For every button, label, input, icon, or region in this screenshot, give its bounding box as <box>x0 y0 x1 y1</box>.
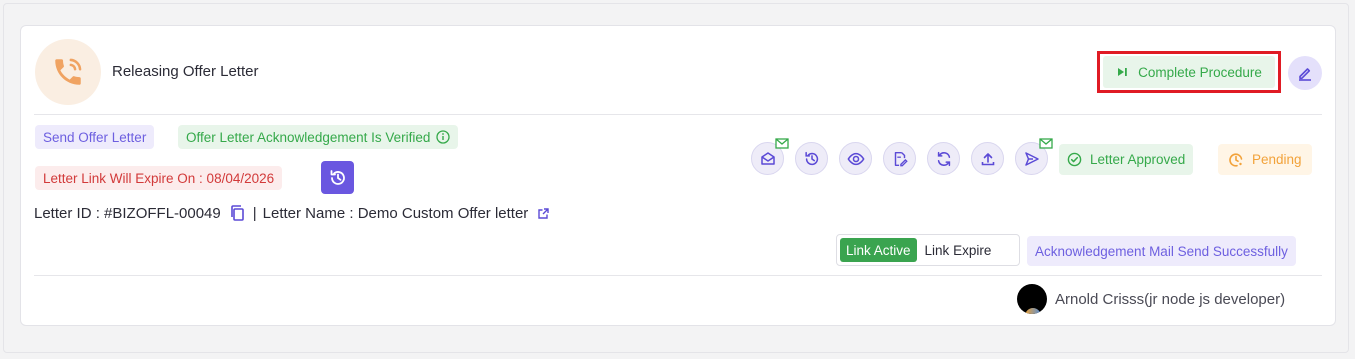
check-circle-icon <box>1067 152 1082 167</box>
avatar <box>1017 284 1047 314</box>
user-name: Arnold Crisss(jr node js developer) <box>1055 290 1286 308</box>
history-icon <box>804 151 818 165</box>
send-offer-tag: Send Offer Letter <box>35 125 155 149</box>
expire-label: Letter Link Will Expire On : 08/04/2026 <box>43 170 275 186</box>
mail-badge-icon <box>775 137 789 149</box>
clock-pending-icon <box>1229 152 1243 167</box>
send-mail-button[interactable] <box>751 137 789 175</box>
open-external-icon[interactable] <box>537 207 550 220</box>
skip-forward-icon <box>1118 68 1127 76</box>
refresh-icon <box>937 151 950 166</box>
send-offer-label: Send Offer Letter <box>43 129 147 145</box>
link-history-button[interactable] <box>321 161 354 194</box>
complete-procedure-highlight: Complete Procedure <box>1097 51 1281 93</box>
ack-verified-label: Offer Letter Acknowledgement Is Verified <box>186 129 431 145</box>
assigned-user: Arnold Crisss(jr node js developer) <box>1017 284 1285 314</box>
letter-approved-label: Letter Approved <box>1090 152 1186 167</box>
eye-icon <box>846 152 865 165</box>
letter-approved-badge: Letter Approved <box>1059 144 1194 175</box>
edit-document-button[interactable] <box>883 142 916 175</box>
ack-mail-tag: Acknowledgement Mail Send Successfully <box>1027 236 1296 266</box>
link-active-option[interactable]: Link Active <box>840 238 917 262</box>
ack-mail-label: Acknowledgement Mail Send Successfully <box>1035 243 1288 259</box>
refresh-button[interactable] <box>927 142 960 175</box>
header-divider <box>34 114 1322 115</box>
link-status-toggle: Link Active Link Expire <box>836 234 1020 266</box>
history-button[interactable] <box>795 142 828 175</box>
letter-id: Letter ID : #BIZOFFL-00049 <box>34 204 221 222</box>
info-icon[interactable] <box>436 130 451 144</box>
send-icon <box>1024 151 1039 166</box>
history-icon <box>330 169 345 185</box>
upload-button[interactable] <box>971 142 1004 175</box>
view-button[interactable] <box>839 142 872 175</box>
offer-letter-card: Releasing Offer Letter Complete Procedur… <box>20 25 1336 326</box>
pending-label: Pending <box>1252 152 1302 167</box>
phone-ringing-icon <box>55 58 82 85</box>
letter-separator: | <box>252 204 257 222</box>
mail-open-icon <box>760 151 775 165</box>
upload-icon <box>981 152 994 165</box>
footer-divider <box>34 275 1322 276</box>
complete-procedure-label: Complete Procedure <box>1138 64 1262 80</box>
expire-tag: Letter Link Will Expire On : 08/04/2026 <box>35 166 283 190</box>
pending-badge: Pending <box>1218 144 1312 175</box>
edit-button[interactable] <box>1288 56 1322 90</box>
letter-name: Letter Name : Demo Custom Offer letter <box>262 204 529 222</box>
complete-procedure-button[interactable]: Complete Procedure <box>1103 56 1275 88</box>
phone-avatar <box>35 39 101 105</box>
page-title: Releasing Offer Letter <box>112 63 259 80</box>
pencil-icon <box>1299 68 1311 81</box>
document-edit-icon <box>894 151 908 166</box>
copy-icon[interactable] <box>229 204 247 222</box>
ack-verified-tag: Offer Letter Acknowledgement Is Verified <box>178 125 459 149</box>
mail-badge-icon <box>1039 137 1053 149</box>
link-expire-option[interactable]: Link Expire <box>917 243 1000 258</box>
send-button[interactable] <box>1015 137 1053 175</box>
letter-info-line: Letter ID : #BIZOFFL-00049 | Letter Name… <box>34 204 556 222</box>
